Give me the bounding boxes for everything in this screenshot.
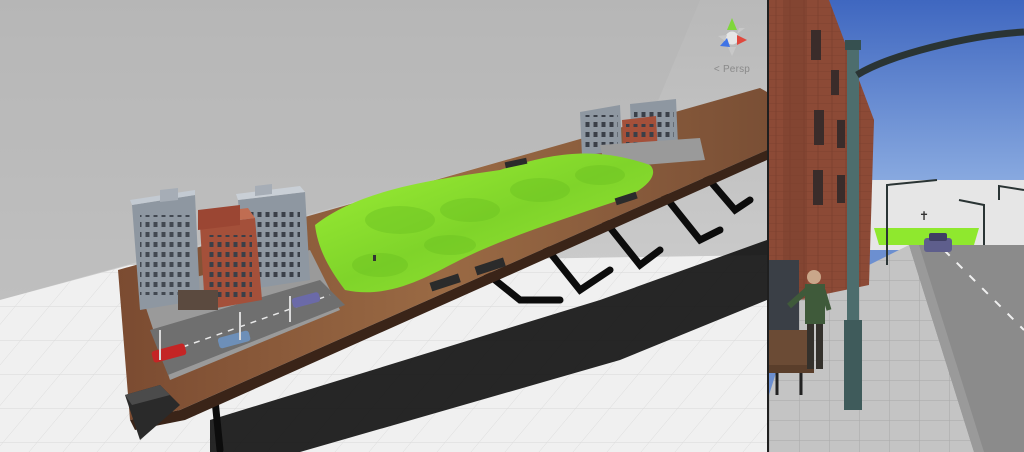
gizmo-graphic[interactable] [700, 6, 764, 66]
distant-cross: ✝ [919, 209, 929, 223]
gizmo-y-axis-icon[interactable] [727, 18, 737, 30]
unity-editor-split-view: < Persp ✝ [0, 0, 1024, 452]
orientation-gizmo[interactable]: < Persp [700, 6, 764, 82]
projection-label[interactable]: < Persp [700, 64, 764, 75]
player-marker[interactable] [373, 255, 376, 261]
gizmo-x-axis-icon[interactable] [737, 35, 747, 45]
game-canvas: ✝ [769, 0, 1024, 452]
game-view[interactable]: ✝ [769, 0, 1024, 452]
scene-view[interactable]: < Persp [0, 0, 767, 452]
scene-canvas[interactable] [0, 0, 767, 452]
bus-stop-panel [769, 260, 799, 330]
